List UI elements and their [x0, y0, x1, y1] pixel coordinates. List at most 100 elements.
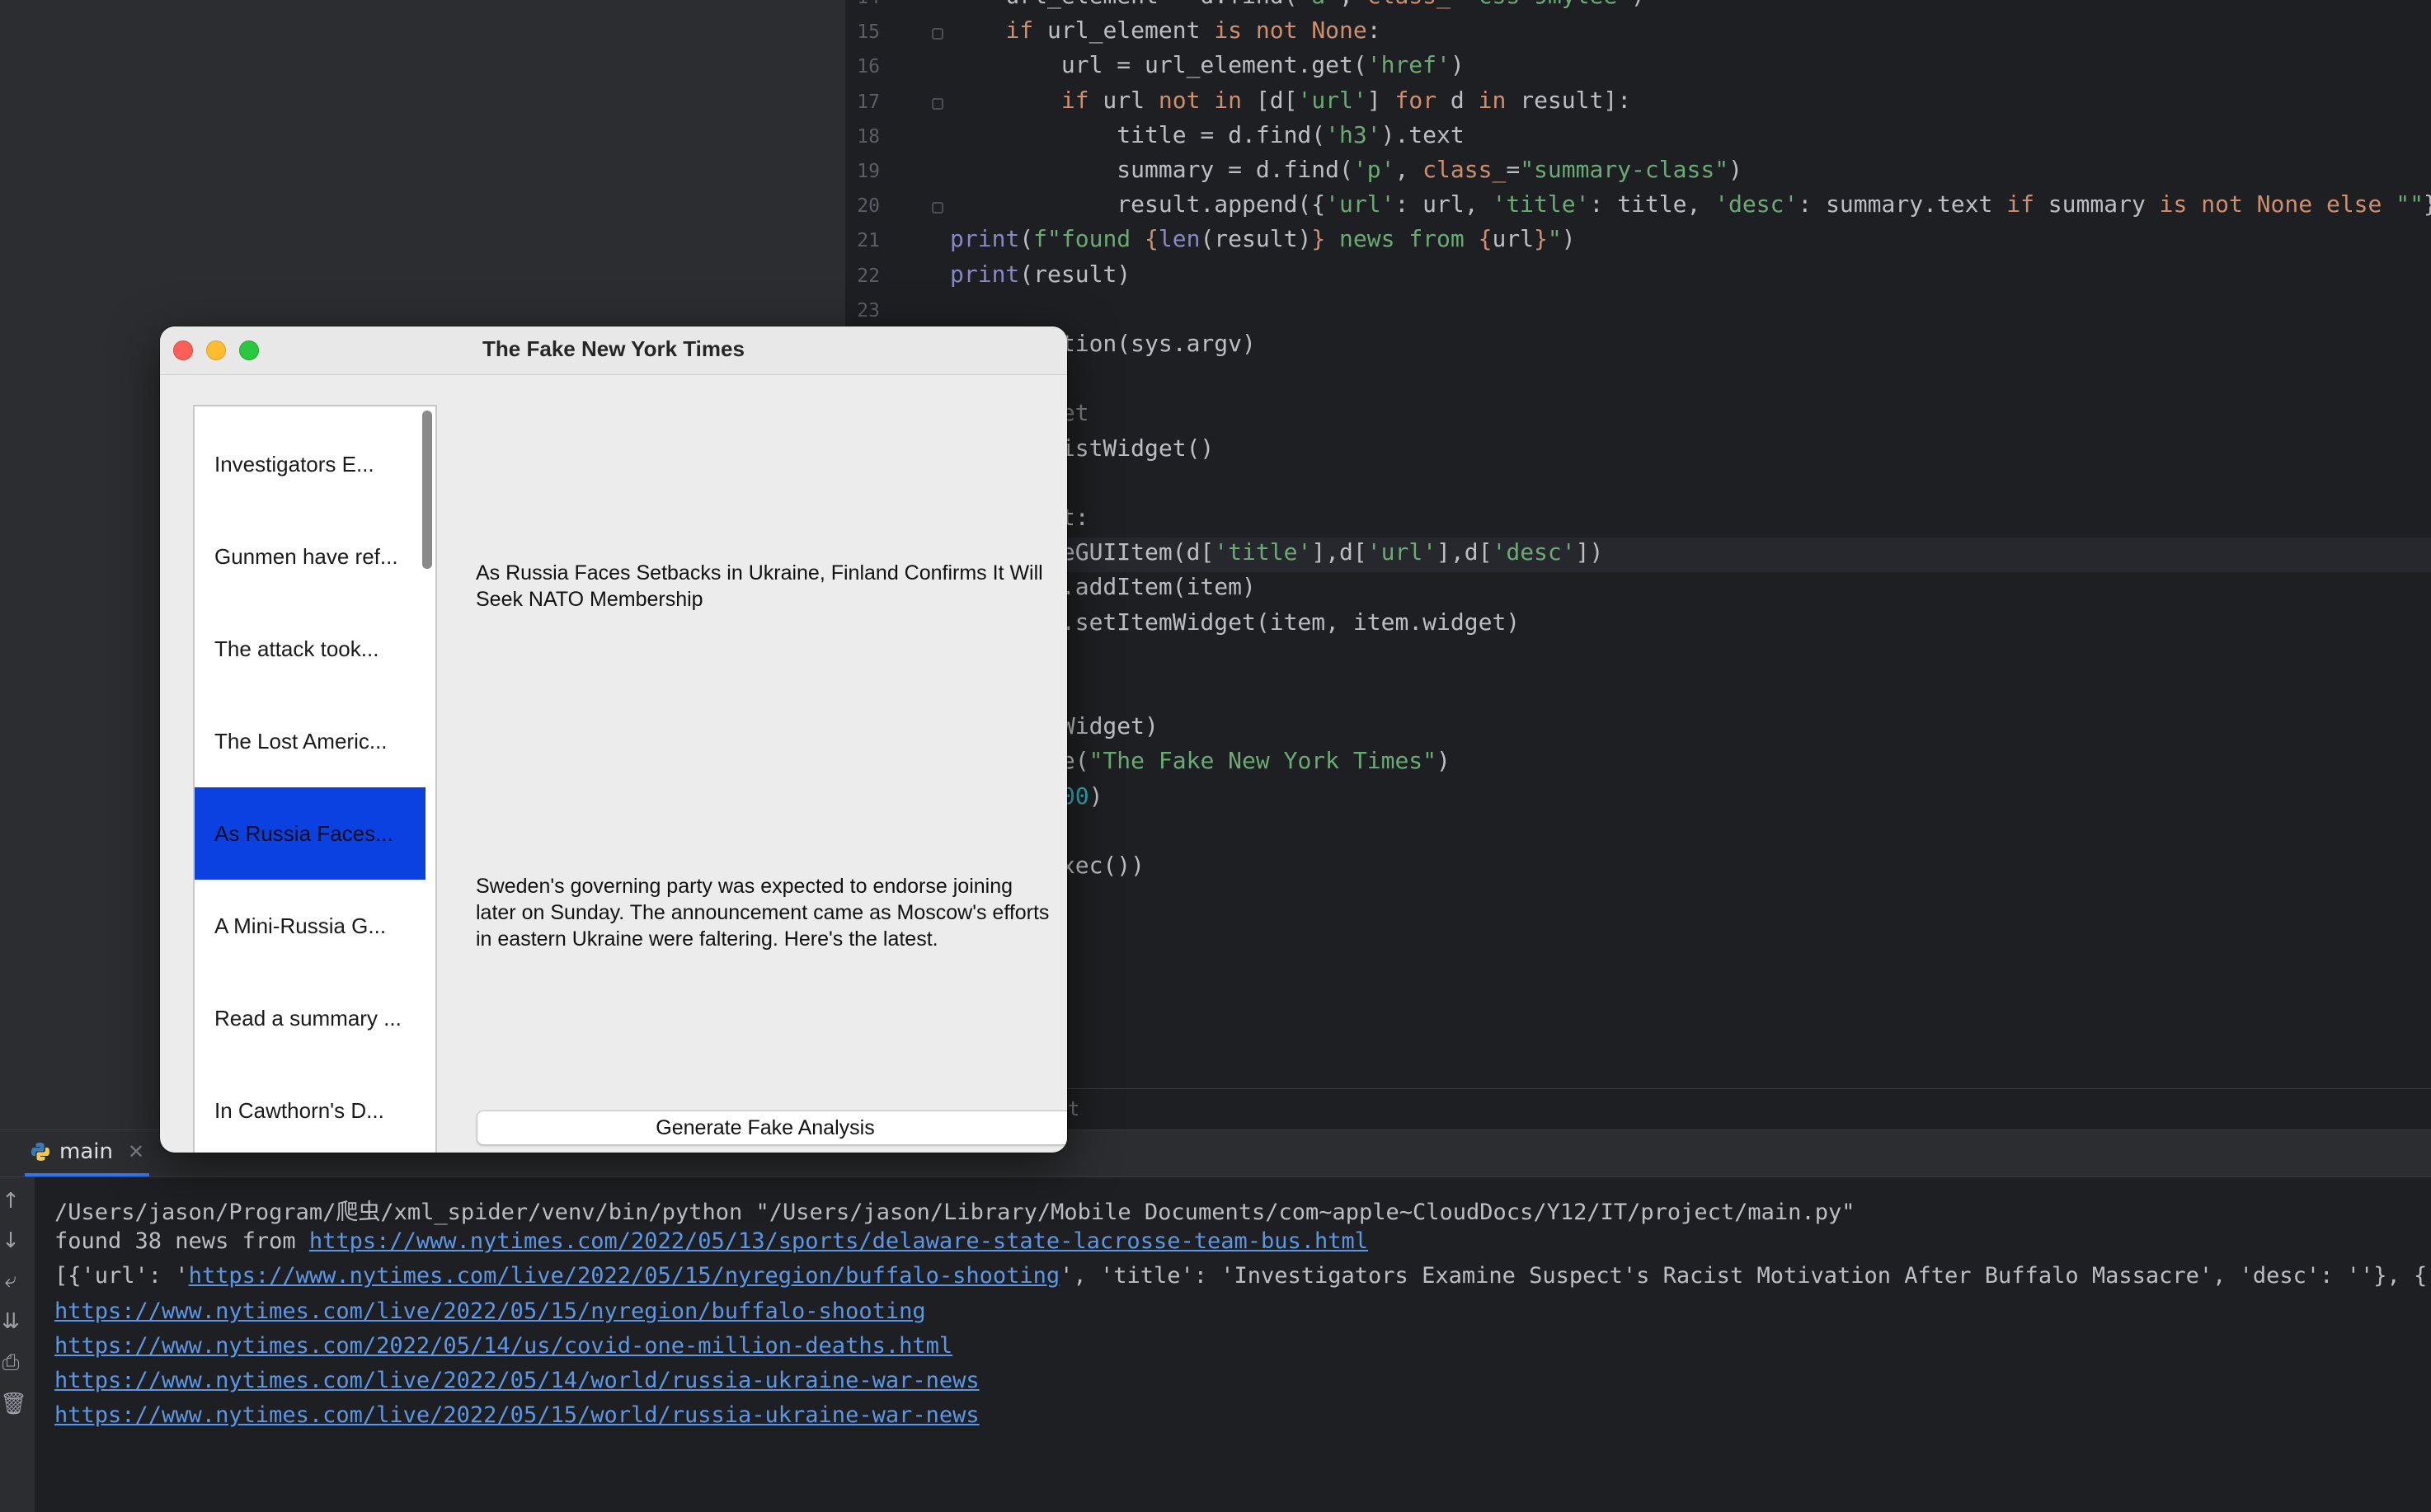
news-list-item[interactable]: In Cawthorn's D...	[195, 1064, 426, 1153]
line-number: 20	[857, 195, 880, 218]
code-token: ])	[1575, 538, 1604, 566]
console-link[interactable]: https://www.nytimes.com/2022/05/14/us/co…	[54, 1333, 952, 1359]
code-token: 'url'	[1366, 538, 1437, 566]
console-link[interactable]: https://www.nytimes.com/live/2022/05/15/…	[54, 1402, 980, 1428]
code-token: )	[1631, 0, 1645, 9]
code-line: title = d.find('h3').text	[950, 120, 1465, 148]
code-token: url	[1492, 225, 1535, 253]
code-token: "summary-class"	[1520, 156, 1729, 183]
code-token: f"found	[1033, 225, 1145, 253]
code-token: title = d.find(	[950, 120, 1326, 148]
console-link[interactable]: https://www.nytimes.com/2022/05/13/sport…	[309, 1228, 1368, 1254]
code-token: class_	[1422, 156, 1507, 183]
code-token: if	[1060, 86, 1089, 114]
console-link[interactable]: https://www.nytimes.com/live/2022/05/15/…	[189, 1263, 1060, 1289]
code-token: d	[1436, 86, 1479, 114]
code-token: print	[950, 260, 1020, 288]
code-token: news from	[1325, 225, 1479, 253]
news-list-item[interactable]: A Mini-Russia G...	[195, 880, 426, 972]
code-line: url_element = d.find('a', class_='css-9m…	[950, 0, 1645, 9]
code-token: 'p'	[1352, 156, 1395, 183]
code-token: ]	[1366, 86, 1395, 114]
code-token: summary = d.find(	[950, 156, 1353, 183]
code-token: 'url'	[1325, 190, 1395, 218]
code-token: if	[2006, 190, 2034, 218]
generate-fake-analysis-button[interactable]: Generate Fake Analysis	[477, 1111, 1067, 1145]
scroll-to-end-icon[interactable]: ⇊	[0, 1311, 21, 1332]
console-text: ', 'title': 'Investigators Examine Suspe…	[1060, 1263, 2431, 1289]
fold-marker-icon[interactable]	[932, 28, 943, 40]
code-token: 'css-9mylee'	[1465, 0, 1631, 9]
window-title: The Fake New York Times	[482, 336, 745, 361]
news-list-item[interactable]: As Russia Faces...	[195, 787, 426, 880]
news-list-item[interactable]: The attack took...	[195, 603, 426, 695]
code-token: "	[1547, 225, 1562, 253]
fold-marker-icon[interactable]	[932, 97, 943, 110]
code-line: if url_element is not None:	[950, 16, 1381, 45]
code-token: 'desc'	[1714, 190, 1799, 218]
code-token: 'desc'	[1492, 538, 1576, 566]
console-line: https://www.nytimes.com/live/2022/05/15/…	[54, 1402, 980, 1428]
list-scrollbar[interactable]	[422, 411, 432, 569]
code-token: {	[1478, 225, 1493, 253]
code-token: =	[1506, 156, 1521, 183]
editor-breadcrumb-bar: t	[845, 1088, 2431, 1130]
code-token: })	[2424, 190, 2431, 218]
app-window: The Fake New York Times Investigators E.…	[160, 326, 1067, 1153]
code-line: print(f"found {len(result)} news from {u…	[950, 225, 1576, 252]
console-line: https://www.nytimes.com/live/2022/05/14/…	[54, 1368, 980, 1393]
code-token: len	[1158, 225, 1201, 253]
code-token: 'title'	[1214, 538, 1312, 566]
line-number: 22	[857, 265, 880, 287]
code-token: url_element = d.find(	[950, 0, 1297, 9]
print-icon[interactable]: ⎙	[0, 1352, 21, 1373]
console-line: https://www.nytimes.com/2022/05/14/us/co…	[54, 1333, 952, 1359]
code-token: : title,	[1589, 190, 1715, 218]
news-list-item[interactable]: Investigators E...	[195, 418, 426, 510]
news-list-item[interactable]: The Lost Americ...	[195, 695, 426, 787]
line-number: 23	[857, 299, 880, 322]
code-token: ,	[1394, 156, 1423, 183]
run-tab-label: main	[59, 1139, 113, 1164]
code-editor[interactable]: 14 url_element = d.find('a', class_='css…	[845, 0, 2431, 1129]
code-token: (result)	[1019, 260, 1131, 288]
news-list[interactable]: Investigators E... Gunmen have ref... The …	[193, 405, 437, 1153]
code-token: url = url_element.get(	[950, 51, 1367, 79]
code-line: if url not in [d['url'] for d in result]…	[950, 87, 1631, 114]
console-line: https://www.nytimes.com/live/2022/05/15/…	[54, 1298, 926, 1324]
code-token: }	[1534, 225, 1548, 253]
window-titlebar[interactable]: The Fake New York Times	[160, 326, 1067, 375]
console-link[interactable]: https://www.nytimes.com/live/2022/05/14/…	[54, 1368, 980, 1393]
code-token: (	[1019, 225, 1034, 253]
console-link[interactable]: https://www.nytimes.com/live/2022/05/15/…	[54, 1298, 926, 1324]
news-list-item[interactable]: Gunmen have ref...	[195, 510, 426, 603]
line-number: 17	[857, 91, 880, 113]
code-token: )	[1561, 225, 1576, 253]
code-token: 'href'	[1366, 51, 1451, 79]
code-token: result]:	[1506, 86, 1632, 114]
arrow-down-icon[interactable]: ↓	[0, 1230, 21, 1251]
code-token: [d[	[1242, 86, 1298, 114]
run-console[interactable]: /Users/jason/Program/爬虫/xml_spider/venv/…	[35, 1177, 2431, 1512]
arrow-up-icon[interactable]: ↑	[0, 1190, 21, 1212]
editor-breadcrumb-text: t	[1068, 1097, 1080, 1120]
code-token: :	[1366, 16, 1381, 45]
article-title: As Russia Faces Setbacks in Ukraine, Fin…	[476, 561, 1043, 611]
soft-wrap-icon[interactable]: ⤶	[0, 1270, 21, 1291]
run-tab-main[interactable]: main ✕	[25, 1130, 150, 1176]
code-token: ).text	[1380, 120, 1465, 148]
console-line: /Users/jason/Program/爬虫/xml_spider/venv/…	[54, 1194, 1855, 1226]
code-line: result.append({'url': url, 'title': titl…	[950, 190, 2431, 218]
news-list-item[interactable]: Read a summary ...	[195, 972, 426, 1064]
code-token: )	[1089, 782, 1103, 810]
fold-marker-icon[interactable]	[932, 202, 943, 214]
line-number: 21	[857, 230, 880, 252]
code-token: )	[1728, 156, 1742, 183]
trash-icon[interactable]: 🗑	[0, 1393, 27, 1415]
code-token: : url,	[1394, 190, 1493, 218]
code-token: )	[1450, 51, 1465, 79]
code-token: {	[1145, 225, 1159, 253]
close-icon[interactable]: ✕	[128, 1140, 144, 1163]
